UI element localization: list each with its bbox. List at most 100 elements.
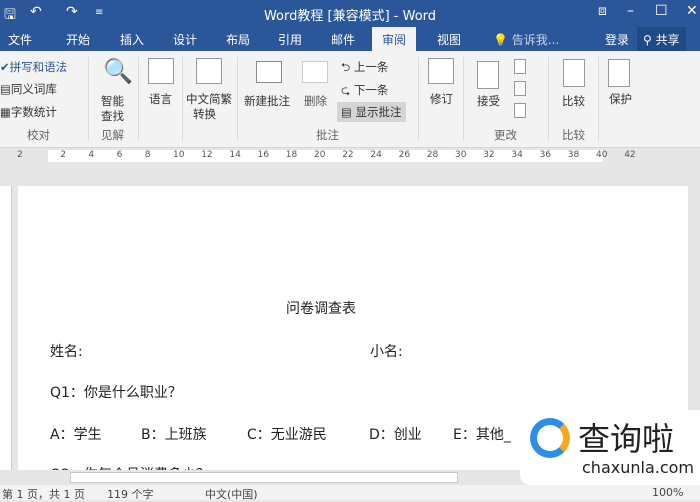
- tab-layout[interactable]: 布局: [226, 31, 250, 48]
- show-comments-button[interactable]: ▤ 显示批注: [337, 102, 406, 122]
- delete-comment-button[interactable]: 删除: [304, 93, 327, 109]
- ruler-number: 26: [398, 150, 411, 160]
- thesaurus-label: 同义词库: [10, 82, 57, 96]
- protect-button[interactable]: 保护: [609, 91, 632, 107]
- close-button[interactable]: ✕: [686, 3, 698, 19]
- ribbon-display-icon[interactable]: ⧈: [598, 3, 607, 19]
- tell-me-input[interactable]: 💡 告诉我...: [493, 31, 559, 48]
- smart-lookup-icon[interactable]: 🔍: [103, 57, 133, 85]
- show-comments-label: 显示批注: [355, 105, 402, 119]
- word-count-button[interactable]: ▦字数统计: [0, 104, 57, 120]
- share-button[interactable]: ⚲ 共享: [637, 27, 686, 51]
- watermark-logo: 查询啦 chaxunla.com: [520, 410, 700, 485]
- ruler-number: 42: [624, 150, 636, 160]
- smart-lookup-label1[interactable]: 智能: [101, 93, 124, 109]
- tab-home[interactable]: 开始: [66, 31, 90, 48]
- scroll-thumb[interactable]: [70, 472, 458, 483]
- login-button[interactable]: 登录: [605, 31, 629, 48]
- option-d: D：创业: [369, 427, 422, 443]
- group-insights: 见解: [101, 128, 124, 142]
- protect-icon[interactable]: [608, 59, 630, 87]
- ruler-number: 38: [567, 150, 580, 160]
- spelling-label: 拼写和语法: [9, 60, 68, 74]
- ruler-number: 40: [596, 150, 608, 160]
- ruler-number: 10: [173, 150, 185, 160]
- tab-file[interactable]: 文件: [8, 31, 32, 48]
- name-label: 姓名:: [50, 344, 83, 360]
- group-compare: 比较: [562, 128, 585, 142]
- ruler-number: 28: [426, 150, 439, 160]
- horizontal-ruler[interactable]: 2 2 4 6 8 10 12 14 16 18 20 22 24 26 28 30 32 34 36 38 40 42: [0, 148, 700, 164]
- logo-url: chaxunla.com: [582, 458, 694, 477]
- spelling-button[interactable]: ✔拼写和语法: [0, 59, 67, 75]
- tab-view[interactable]: 视图: [437, 31, 461, 48]
- previous-comment-button[interactable]: ⮌ 上一条: [341, 59, 388, 79]
- divider: [237, 57, 238, 141]
- language-button[interactable]: 语言: [149, 91, 172, 107]
- tell-me-label: 告诉我...: [511, 33, 560, 47]
- tab-references[interactable]: 引用: [278, 31, 302, 48]
- thesaurus-button[interactable]: ▤同义词库: [0, 81, 57, 97]
- smart-lookup-label2[interactable]: 查找: [101, 108, 124, 124]
- group-comments: 批注: [316, 128, 339, 142]
- group-proofing: 校对: [27, 128, 50, 142]
- ruler-number: 12: [201, 150, 213, 160]
- group-changes: 更改: [494, 128, 517, 142]
- new-comment-button[interactable]: 新建批注: [244, 93, 290, 109]
- ruler-number: 4: [88, 150, 95, 160]
- vertical-ruler[interactable]: [0, 186, 12, 470]
- divider: [138, 57, 139, 141]
- previous-change-icon[interactable]: [514, 81, 526, 96]
- title-bar: 🖫 ↶ ↷ ≡ Word教程 [兼容模式] - Word ⧈ – ☐ ✕: [0, 0, 700, 27]
- divider: [463, 57, 464, 141]
- ruler-number: 34: [511, 150, 523, 160]
- accept-button[interactable]: 接受: [477, 93, 500, 109]
- divider: [418, 57, 419, 141]
- ruler-number: 20: [314, 150, 326, 160]
- ruler-number: 24: [370, 150, 382, 160]
- ruler-number: 8: [144, 150, 151, 160]
- compare-button[interactable]: 比较: [562, 93, 585, 109]
- next-comment-button[interactable]: ⮎ 下一条: [341, 82, 388, 102]
- compare-icon[interactable]: [563, 59, 585, 87]
- option-e: E：其他_: [453, 427, 511, 443]
- divider: [182, 57, 183, 141]
- next-change-icon[interactable]: [514, 103, 526, 118]
- chinese-conversion-label2[interactable]: 转换: [193, 106, 216, 122]
- divider: [548, 57, 549, 141]
- reject-icon[interactable]: [514, 59, 526, 74]
- word-count-label: 字数统计: [10, 105, 57, 119]
- accept-icon[interactable]: [477, 61, 499, 89]
- tab-design[interactable]: 设计: [173, 31, 197, 48]
- tab-mailings[interactable]: 邮件: [331, 31, 355, 48]
- ruler-number: 30: [455, 150, 467, 160]
- logo-brand: 查询啦: [578, 420, 675, 458]
- new-comment-icon[interactable]: [256, 61, 282, 83]
- maximize-button[interactable]: ☐: [655, 3, 668, 19]
- ruler-number: 18: [285, 150, 298, 160]
- tab-insert[interactable]: 插入: [120, 31, 144, 48]
- divider: [88, 57, 89, 141]
- window-title: Word教程 [兼容模式] - Word: [263, 9, 437, 24]
- minimize-button[interactable]: –: [627, 3, 634, 19]
- language-icon[interactable]: [148, 58, 174, 84]
- ruler-number: 32: [483, 150, 495, 160]
- ruler-number: 36: [539, 150, 552, 160]
- chinese-conversion-label1[interactable]: 中文简繁: [186, 91, 232, 107]
- ruler-number: 2: [60, 150, 66, 160]
- ruler-number: 6: [116, 150, 123, 160]
- option-a: A：学生: [50, 427, 102, 443]
- option-b: B：上班族: [141, 427, 207, 443]
- tab-review[interactable]: 审阅: [372, 27, 417, 51]
- track-changes-button[interactable]: 修订: [430, 91, 453, 107]
- divider: [598, 57, 599, 141]
- delete-comment-icon[interactable]: [302, 61, 328, 83]
- chinese-conversion-icon[interactable]: [196, 58, 222, 84]
- track-changes-icon[interactable]: [428, 58, 454, 84]
- previous-label: 上一条: [353, 60, 389, 74]
- logo-icon: [530, 418, 570, 458]
- document-title: 问卷调查表: [286, 301, 356, 317]
- ruler-number: 16: [257, 150, 270, 160]
- zoom-level[interactable]: 100%: [652, 486, 683, 499]
- nickname-label: 小名:: [370, 344, 403, 360]
